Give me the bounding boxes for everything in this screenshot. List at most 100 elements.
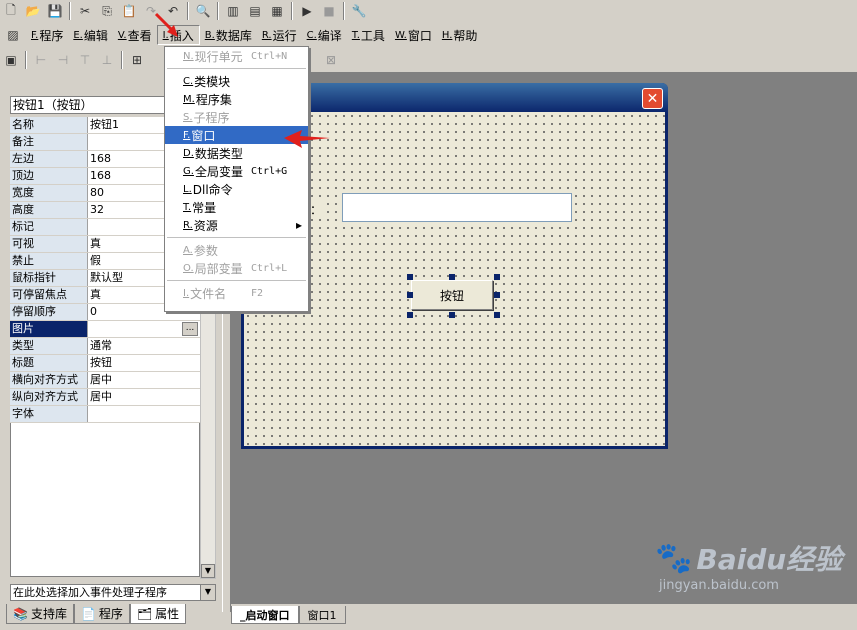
- property-value[interactable]: ...: [88, 321, 200, 337]
- debug-icon[interactable]: 🔧: [348, 1, 370, 21]
- find-icon[interactable]: 🔍: [192, 1, 214, 21]
- property-row[interactable]: 图片...: [10, 321, 200, 338]
- event-combo[interactable]: 在此处选择加入事件处理子程序 ▼: [10, 584, 216, 601]
- resize-handle[interactable]: [449, 312, 455, 318]
- menu-key: V.: [117, 29, 127, 41]
- save-icon[interactable]: 💾: [44, 1, 66, 21]
- property-key: 可视: [10, 236, 88, 252]
- property-key: 宽度: [10, 185, 88, 201]
- toolbar-separator: [217, 2, 219, 20]
- menu-item-key: A.: [183, 244, 193, 256]
- menu-edit[interactable]: E. 编辑: [68, 25, 113, 45]
- tab-properties[interactable]: 🗂 属性: [129, 604, 187, 624]
- center-h-icon[interactable]: ⊞: [126, 50, 148, 70]
- property-value-text: 80: [90, 186, 104, 199]
- menu-item-label: 资源: [193, 218, 218, 233]
- paste-icon[interactable]: 📋: [118, 1, 140, 21]
- menu-database[interactable]: B. 数据库: [200, 25, 257, 45]
- stop-icon[interactable]: ■: [318, 1, 340, 21]
- insert-menu-item[interactable]: I. 文件名 F2: [165, 284, 308, 302]
- menu-program[interactable]: F. 程序: [26, 25, 68, 45]
- resize-handle[interactable]: [494, 292, 500, 298]
- menu-separator: [167, 280, 306, 281]
- insert-menu-dropdown: N. 现行单元 Ctrl+N C. 类模块 M. 程序集 S. 子程序 F. 窗口 D. 数据类型 G. 全…: [164, 46, 309, 312]
- menu-run[interactable]: R. 运行: [257, 25, 302, 45]
- close-icon[interactable]: ✕: [642, 88, 663, 109]
- insert-menu-item[interactable]: L. Dll命令: [165, 180, 308, 198]
- menu-key: E.: [73, 29, 83, 41]
- layout3-icon[interactable]: ▦: [266, 1, 288, 21]
- layout2-icon[interactable]: ▤: [244, 1, 266, 21]
- property-key: 标记: [10, 219, 88, 235]
- property-value[interactable]: [88, 406, 200, 422]
- property-key: 纵向对齐方式: [10, 389, 88, 405]
- tab-support-library[interactable]: 📚 支持库: [6, 604, 74, 624]
- property-value[interactable]: 按钮: [88, 355, 200, 371]
- resize-handle[interactable]: [494, 274, 500, 280]
- property-value-text: 168: [90, 152, 111, 165]
- menu-item-key: R.: [183, 219, 193, 231]
- scroll-down-icon[interactable]: ▼: [201, 564, 215, 578]
- document-tabs: _启动窗口 窗口1: [231, 606, 346, 626]
- resize-handle[interactable]: [407, 312, 413, 318]
- resize-handle[interactable]: [407, 274, 413, 280]
- resize-handle[interactable]: [407, 292, 413, 298]
- tab-program[interactable]: 📄 程序: [73, 604, 130, 624]
- insert-menu-item[interactable]: A. 参数: [165, 241, 308, 259]
- insert-menu-item[interactable]: G. 全局变量 Ctrl+G: [165, 162, 308, 180]
- property-key: 鼠标指针: [10, 270, 88, 286]
- menu-key: F.: [31, 29, 39, 41]
- property-row[interactable]: 类型 通常: [10, 338, 200, 355]
- menu-help[interactable]: H. 帮助: [437, 25, 483, 45]
- ellipsis-button[interactable]: ...: [182, 322, 198, 336]
- menu-window[interactable]: W. 窗口: [390, 25, 437, 45]
- property-value[interactable]: 居中: [88, 372, 200, 388]
- property-value[interactable]: 通常: [88, 338, 200, 354]
- insert-menu-item[interactable]: T. 常量: [165, 198, 308, 216]
- insert-menu-item[interactable]: M. 程序集: [165, 90, 308, 108]
- property-value[interactable]: 居中: [88, 389, 200, 405]
- property-value-text: 居中: [90, 373, 112, 386]
- tab-startup-window[interactable]: _启动窗口: [231, 606, 299, 624]
- align-top-icon[interactable]: ⊤: [74, 50, 96, 70]
- menu-item-key: N.: [183, 50, 194, 62]
- insert-menu-item[interactable]: R. 资源 ▸: [165, 216, 308, 234]
- property-row[interactable]: 标题 按钮: [10, 355, 200, 372]
- property-row[interactable]: 横向对齐方式 居中: [10, 372, 200, 389]
- center-both-icon[interactable]: ⊠: [320, 50, 342, 70]
- chevron-down-icon[interactable]: ▼: [200, 585, 215, 600]
- menu-item-key: M.: [183, 93, 195, 105]
- property-key: 备注: [10, 134, 88, 150]
- align-left-icon[interactable]: ⊢: [30, 50, 52, 70]
- form-icon[interactable]: ▣: [0, 50, 22, 70]
- property-key: 左边: [10, 151, 88, 167]
- menu-item-label: 常量: [192, 200, 217, 215]
- password-editbox[interactable]: [342, 193, 572, 222]
- align-bottom-icon[interactable]: ⊥: [96, 50, 118, 70]
- insert-menu-item[interactable]: N. 现行单元 Ctrl+N: [165, 47, 308, 65]
- toolbar-separator: [291, 2, 293, 20]
- run-icon[interactable]: ▶: [296, 1, 318, 21]
- property-row[interactable]: 字体: [10, 406, 200, 423]
- copy-icon[interactable]: ⎘: [96, 1, 118, 21]
- property-key: 图片: [10, 321, 88, 337]
- property-row[interactable]: 纵向对齐方式 居中: [10, 389, 200, 406]
- property-key: 横向对齐方式: [10, 372, 88, 388]
- open-folder-icon[interactable]: 📂: [22, 1, 44, 21]
- tab-window1[interactable]: 窗口1: [298, 606, 346, 624]
- cut-icon[interactable]: ✂: [74, 1, 96, 21]
- menu-key: T.: [351, 29, 360, 41]
- resize-handle[interactable]: [449, 274, 455, 280]
- toolbar-separator: [343, 2, 345, 20]
- align-right-icon[interactable]: ⊣: [52, 50, 74, 70]
- menu-tools[interactable]: T. 工具: [347, 25, 390, 45]
- insert-menu-item[interactable]: C. 类模块: [165, 72, 308, 90]
- layout1-icon[interactable]: ▥: [222, 1, 244, 21]
- menu-item-label: 全局变量: [194, 164, 243, 179]
- insert-menu-item[interactable]: O. 局部变量 Ctrl+L: [165, 259, 308, 277]
- insert-menu-item[interactable]: S. 子程序: [165, 108, 308, 126]
- new-file-icon[interactable]: 🗋: [0, 1, 22, 21]
- resize-handle[interactable]: [494, 312, 500, 318]
- menu-compile[interactable]: C. 编译: [302, 25, 347, 45]
- design-button[interactable]: 按钮: [411, 280, 493, 310]
